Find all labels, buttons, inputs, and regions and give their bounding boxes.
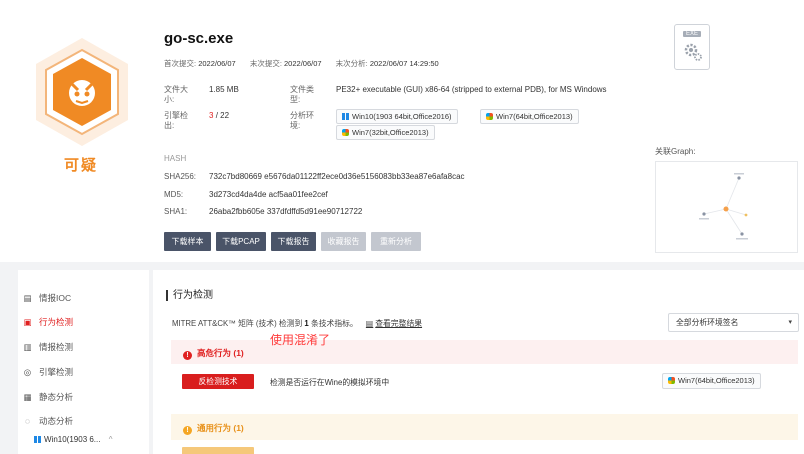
chevron-down-icon: ▾ bbox=[788, 319, 792, 326]
last-submit-value: 2022/06/07 bbox=[284, 59, 322, 68]
alert-icon: ! bbox=[183, 426, 192, 435]
type-value: PE32+ executable (GUI) x86-64 (stripped … bbox=[336, 85, 607, 94]
verdict-label: 可疑 bbox=[63, 157, 98, 174]
sidebar-item-label: 动态分析 bbox=[39, 416, 74, 426]
sidebar-item-label: 行为检测 bbox=[39, 317, 74, 327]
file-name: go-sc.exe bbox=[164, 30, 234, 47]
md5-row: MD5: 3d273cd4da4de acf5aa01fee2cef bbox=[164, 190, 328, 199]
md5-label: MD5: bbox=[164, 190, 184, 199]
hash-section-label: HASH bbox=[164, 154, 187, 163]
windows10-icon bbox=[342, 113, 349, 120]
first-submit-value: 2022/06/07 bbox=[198, 59, 236, 68]
last-submit-label: 末次提交: bbox=[249, 59, 282, 68]
sha256-label: SHA256: bbox=[164, 172, 197, 181]
grid-icon: ▥ bbox=[23, 342, 32, 352]
sha1-label: SHA1: bbox=[164, 207, 188, 216]
annotation-text: 使用混淆了 bbox=[270, 333, 331, 347]
alert-icon: ! bbox=[183, 351, 192, 360]
behavior-tag-partial bbox=[182, 447, 254, 454]
sidebar-subitem-win10[interactable]: Win10(1903 6... ^ bbox=[34, 435, 112, 444]
behavior-description: 检测是否运行在Wine的模拟环境中 bbox=[270, 378, 390, 387]
document-icon: ▤ bbox=[365, 319, 374, 328]
sha256-row: SHA256: 732c7bd80669 e5676da01122ff2ece0d… bbox=[164, 172, 465, 181]
windows10-icon bbox=[34, 436, 41, 443]
sidebar-item-behavior[interactable]: ▣ 行为检测 bbox=[22, 316, 73, 328]
size-label: 文件大小: bbox=[164, 85, 188, 104]
env-chip-label: Win7(32bit,Office2013) bbox=[352, 128, 429, 137]
env-chip-win7-32[interactable]: Win7(32bit,Office2013) bbox=[336, 125, 435, 140]
behavior-env-chip[interactable]: Win7(64bit,Office2013) bbox=[662, 373, 761, 389]
download-pcap-button[interactable]: 下载PCAP bbox=[216, 232, 266, 251]
reanalyze-button[interactable]: 重新分析 bbox=[371, 232, 421, 251]
windows7-icon bbox=[342, 129, 349, 136]
mitre-count: 1 bbox=[304, 319, 309, 328]
sha256-value[interactable]: 732c7bd80669 e5676da01122ff2ece0d36e5156… bbox=[209, 172, 465, 181]
last-analysis-value: 2022/06/07 14:29:50 bbox=[369, 59, 439, 68]
env-chip-label: Win7(64bit,Office2013) bbox=[678, 376, 755, 385]
anti-detection-tag: 反检测技术 bbox=[182, 374, 254, 389]
list-icon: ▦ bbox=[23, 392, 32, 402]
sidebar-item-intel[interactable]: ▥ 情报检测 bbox=[22, 341, 73, 353]
env-signature-select[interactable]: 全部分析环境签名 ▾ bbox=[668, 313, 799, 332]
download-report-button[interactable]: 下载报告 bbox=[271, 232, 316, 251]
first-submit-label: 首次提交: bbox=[164, 59, 197, 68]
high-risk-label: 高危行为 (1) bbox=[197, 348, 244, 358]
general-behavior-header[interactable]: ! 通用行为 (1) bbox=[171, 414, 798, 440]
gear-icon bbox=[684, 43, 702, 61]
sha1-row: SHA1: 26aba2fbb605e 337dfdffd5d91ee907127… bbox=[164, 207, 362, 216]
sidebar-item-label: 引擎检测 bbox=[39, 367, 74, 377]
sidebar-item-label: 情报检测 bbox=[39, 342, 74, 352]
exe-file-icon: EXE bbox=[674, 24, 710, 70]
file-type-tag: EXE bbox=[683, 31, 702, 37]
target-icon: ◎ bbox=[23, 367, 32, 377]
sidebar-item-engine[interactable]: ◎ 引擎检测 bbox=[22, 366, 73, 378]
mitre-prefix: MITRE ATT&CK™ 矩阵 (技术) 检测到 bbox=[172, 319, 303, 328]
md5-value[interactable]: 3d273cd4da4de acf5aa01fee2cef bbox=[209, 190, 328, 199]
submission-dates: 首次提交: 2022/06/07 末次提交: 2022/06/07 末次分析: … bbox=[164, 58, 451, 69]
download-sample-button[interactable]: 下载样本 bbox=[164, 232, 211, 251]
env-label: 分析环境: bbox=[290, 111, 314, 130]
select-value: 全部分析环境签名 bbox=[676, 318, 739, 327]
general-behavior-label: 通用行为 (1) bbox=[197, 423, 244, 433]
mitre-summary: MITRE ATT&CK™ 矩阵 (技术) 检测到 1 条技术指标。 ▤ 查看完整… bbox=[172, 318, 422, 329]
report-page: 可疑 go-sc.exe 首次提交: 2022/06/07 末次提交: 2022… bbox=[0, 0, 804, 454]
refresh-icon: ◌ bbox=[24, 416, 31, 426]
sidebar-item-static[interactable]: ▦ 静态分析 bbox=[22, 391, 73, 403]
relation-graph[interactable] bbox=[655, 161, 798, 253]
graph-label: 关联Graph: bbox=[655, 147, 696, 156]
env-chip-label: Win7(64bit,Office2013) bbox=[496, 112, 573, 121]
sidebar-item-label: 静态分析 bbox=[39, 392, 74, 402]
view-full-results-link[interactable]: ▤ 查看完整结果 bbox=[366, 319, 422, 328]
sidebar-subitem-label: Win10(1903 6... bbox=[44, 435, 101, 444]
verdict-badge-icon bbox=[32, 36, 132, 148]
engine-result: 3 / 22 bbox=[209, 111, 229, 121]
env-chip-label: Win10(1903 64bit,Office2016) bbox=[352, 112, 452, 121]
last-analysis-label: 末次分析: bbox=[335, 59, 368, 68]
env-chip-win10[interactable]: Win10(1903 64bit,Office2016) bbox=[336, 109, 458, 124]
monitor-icon: ▣ bbox=[23, 317, 32, 327]
view-full-results-label: 查看完整结果 bbox=[375, 319, 423, 328]
chevron-up-icon[interactable]: ^ bbox=[109, 435, 113, 444]
engine-total: / 22 bbox=[215, 111, 230, 120]
document-icon: ▤ bbox=[23, 293, 32, 303]
section-title: 行为检测 bbox=[166, 290, 213, 301]
size-value: 1.85 MB bbox=[209, 85, 239, 94]
mitre-suffix: 条技术指标。 bbox=[310, 319, 358, 328]
env-chip-win7-64[interactable]: Win7(64bit,Office2013) bbox=[480, 109, 579, 124]
type-label: 文件类型: bbox=[290, 85, 314, 104]
high-risk-header[interactable]: ! 高危行为 (1) bbox=[171, 340, 798, 364]
sidebar-item-ioc[interactable]: ▤ 情报IOC bbox=[22, 292, 71, 304]
engine-label: 引擎检出: bbox=[164, 111, 188, 130]
sidebar-item-dynamic[interactable]: ◌ 动态分析 bbox=[22, 415, 73, 427]
favorite-report-button[interactable]: 收藏报告 bbox=[321, 232, 366, 251]
sha1-value[interactable]: 26aba2fbb605e 337dfdffd5d91ee90712722 bbox=[209, 207, 362, 216]
windows7-icon bbox=[486, 113, 493, 120]
engine-hit-count: 3 bbox=[209, 111, 214, 120]
sidebar-item-label: 情报IOC bbox=[39, 293, 72, 303]
windows7-icon bbox=[668, 377, 675, 384]
